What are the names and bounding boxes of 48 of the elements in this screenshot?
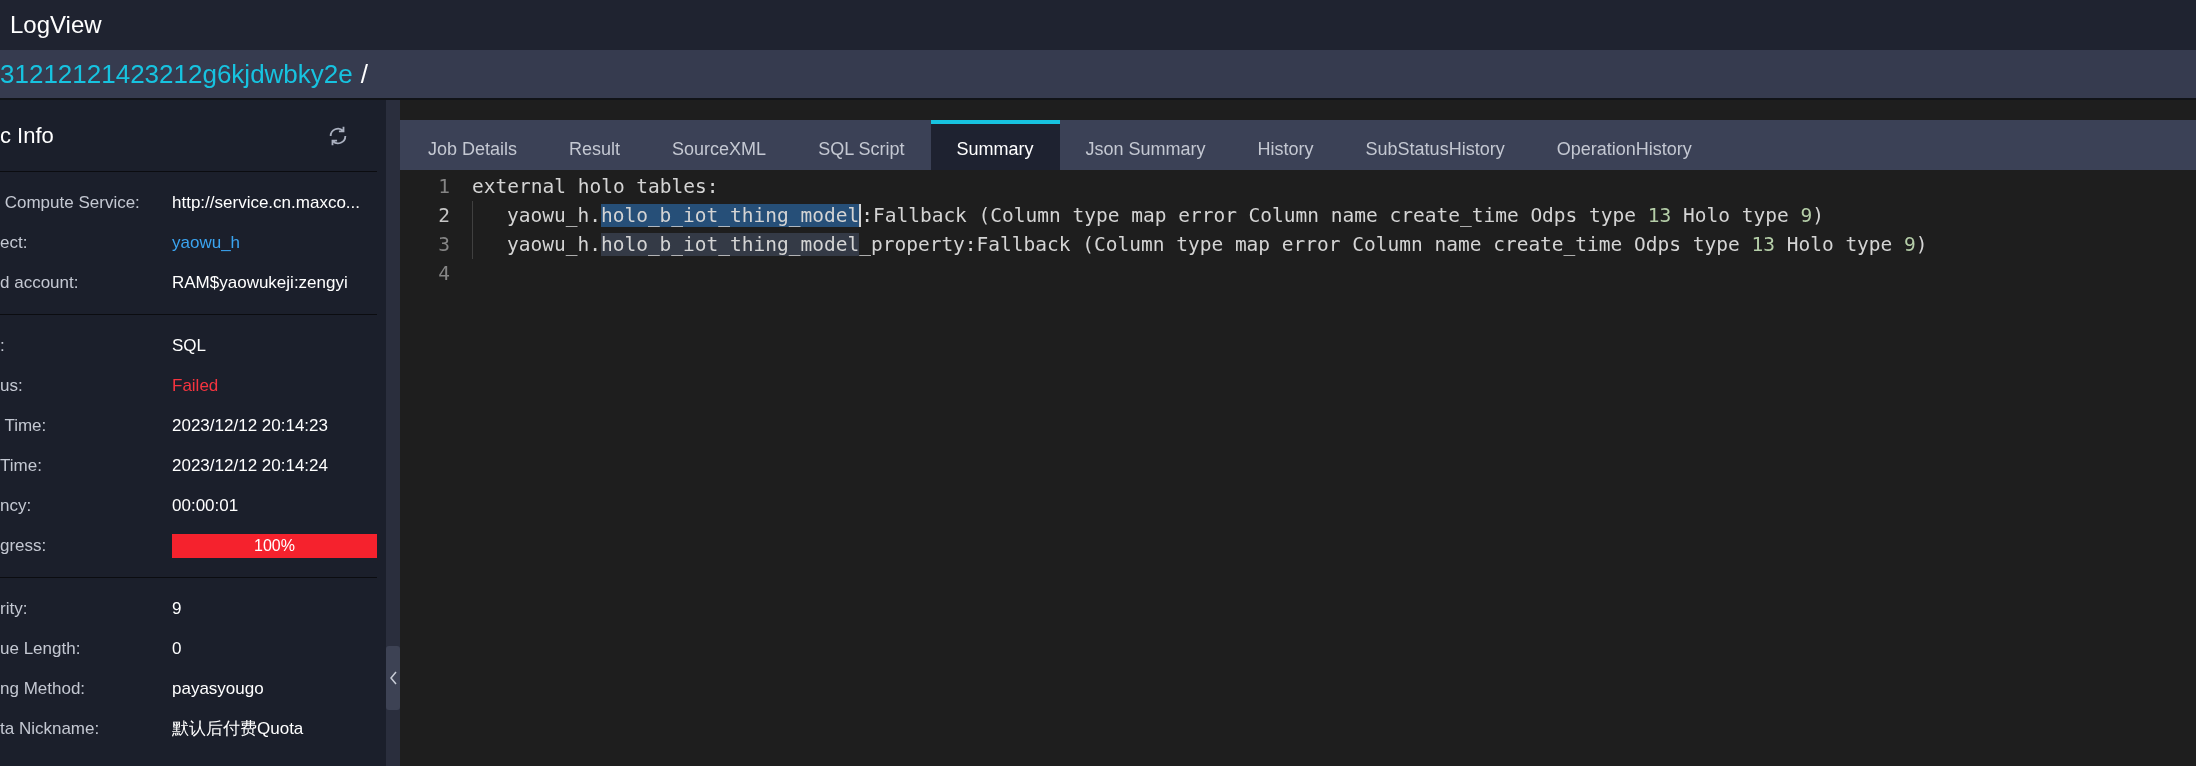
info-label: ect: <box>0 232 29 255</box>
tab[interactable]: Json Summary <box>1059 120 1232 170</box>
info-label: Compute Service: <box>3 192 141 215</box>
info-label: ue Length: <box>0 638 82 661</box>
tab[interactable]: Job Details <box>402 120 544 170</box>
info-value: 0 <box>172 638 182 661</box>
progress-value: 100% <box>253 536 296 556</box>
info-label: Time: <box>0 455 43 478</box>
line-number: 1 <box>437 173 450 200</box>
panel-title: c Info <box>0 122 54 150</box>
tab[interactable]: SubStatusHistory <box>1339 120 1531 170</box>
info-value: http://service.cn.maxco... <box>172 192 360 215</box>
info-label: gress: <box>0 535 48 558</box>
tab[interactable]: SQL Script <box>792 120 931 170</box>
info-value: 2023/12/12 20:14:23 <box>172 415 328 438</box>
tab[interactable]: History <box>1231 120 1340 170</box>
window-title: LogView <box>10 10 102 40</box>
info-value: 00:00:01 <box>172 495 239 518</box>
job-id-link[interactable]: 31212121423212g6kjdwbky2e <box>0 54 353 94</box>
info-value: SQL <box>172 335 207 358</box>
code-line: yaowu_h.holo_b_iot_thing_model_property:Fallback (Column type map error Column name create_time Odps type 13 Holo type 9) <box>507 231 1928 258</box>
info-label: rity: <box>0 598 29 621</box>
refresh-icon[interactable] <box>327 124 349 147</box>
info-label: ta Nickname: <box>0 718 101 741</box>
info-value: 默认后付费Quota <box>172 718 304 741</box>
code-line: external holo tables: <box>472 173 719 200</box>
breadcrumb-separator: / <box>360 57 368 91</box>
info-value: payasyougo <box>172 678 264 701</box>
info-label: d account: <box>0 272 80 295</box>
info-label: Time: <box>3 415 48 438</box>
tab[interactable]: OperationHistory <box>1530 120 1718 170</box>
info-label: ng Method: <box>0 678 87 701</box>
info-value: RAM$yaowukeji:zengyi <box>172 272 348 295</box>
tab[interactable]: Result <box>543 120 647 170</box>
line-number: 2 <box>437 202 450 229</box>
info-value: 2023/12/12 20:14:24 <box>172 455 328 478</box>
info-value: 9 <box>172 598 182 621</box>
line-number: 3 <box>437 231 450 258</box>
tab[interactable]: SourceXML <box>646 120 793 170</box>
info-label: ncy: <box>0 495 33 518</box>
project-link[interactable]: yaowu_h <box>172 230 241 256</box>
tab[interactable]: Summary <box>930 120 1060 170</box>
info-label: : <box>0 335 6 358</box>
line-number: 4 <box>437 260 450 287</box>
info-label: us: <box>0 375 24 398</box>
collapse-handle-icon[interactable] <box>386 646 400 710</box>
status-value: Failed <box>172 375 219 398</box>
code-line: yaowu_h.holo_b_iot_thing_model:Fallback (Column type map error Column name create_time Odps type 13 Holo type 9) <box>507 202 1824 229</box>
